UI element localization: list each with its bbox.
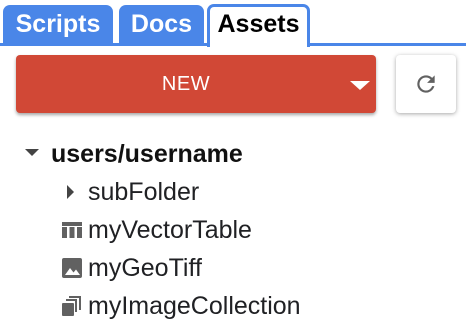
caret-down-icon[interactable] bbox=[350, 81, 370, 90]
tree-item-mygeotiff[interactable]: myGeoTiff bbox=[60, 251, 280, 285]
caret-right-icon[interactable] bbox=[64, 175, 76, 218]
refresh-icon bbox=[417, 75, 435, 93]
tab-bar: Scripts Docs Assets bbox=[0, 0, 466, 47]
tree-item-myvectortable[interactable]: myVectorTable bbox=[60, 213, 320, 247]
caret-down-icon[interactable] bbox=[24, 137, 40, 180]
tree-item-label: myVectorTable bbox=[88, 216, 252, 244]
refresh-button[interactable] bbox=[396, 55, 456, 113]
tree-root[interactable]: users/username bbox=[24, 137, 324, 171]
image-icon bbox=[60, 251, 84, 294]
tree-item-subfolder[interactable]: subFolder bbox=[64, 175, 264, 209]
tree-item-myimagecollection[interactable]: myImageCollection bbox=[60, 289, 360, 323]
image-collection-icon bbox=[60, 289, 84, 332]
new-button-label: NEW bbox=[161, 73, 211, 95]
tab-assets[interactable]: Assets bbox=[207, 4, 310, 47]
tree-item-label: myImageCollection bbox=[88, 292, 301, 320]
new-button[interactable]: NEW bbox=[16, 55, 376, 113]
tab-docs[interactable]: Docs bbox=[119, 5, 204, 46]
table-icon bbox=[60, 213, 84, 256]
tree-item-label: myGeoTiff bbox=[88, 254, 202, 282]
tree-root-label: users/username bbox=[51, 140, 243, 168]
tab-scripts[interactable]: Scripts bbox=[3, 5, 113, 46]
tree-item-label: subFolder bbox=[88, 178, 200, 206]
